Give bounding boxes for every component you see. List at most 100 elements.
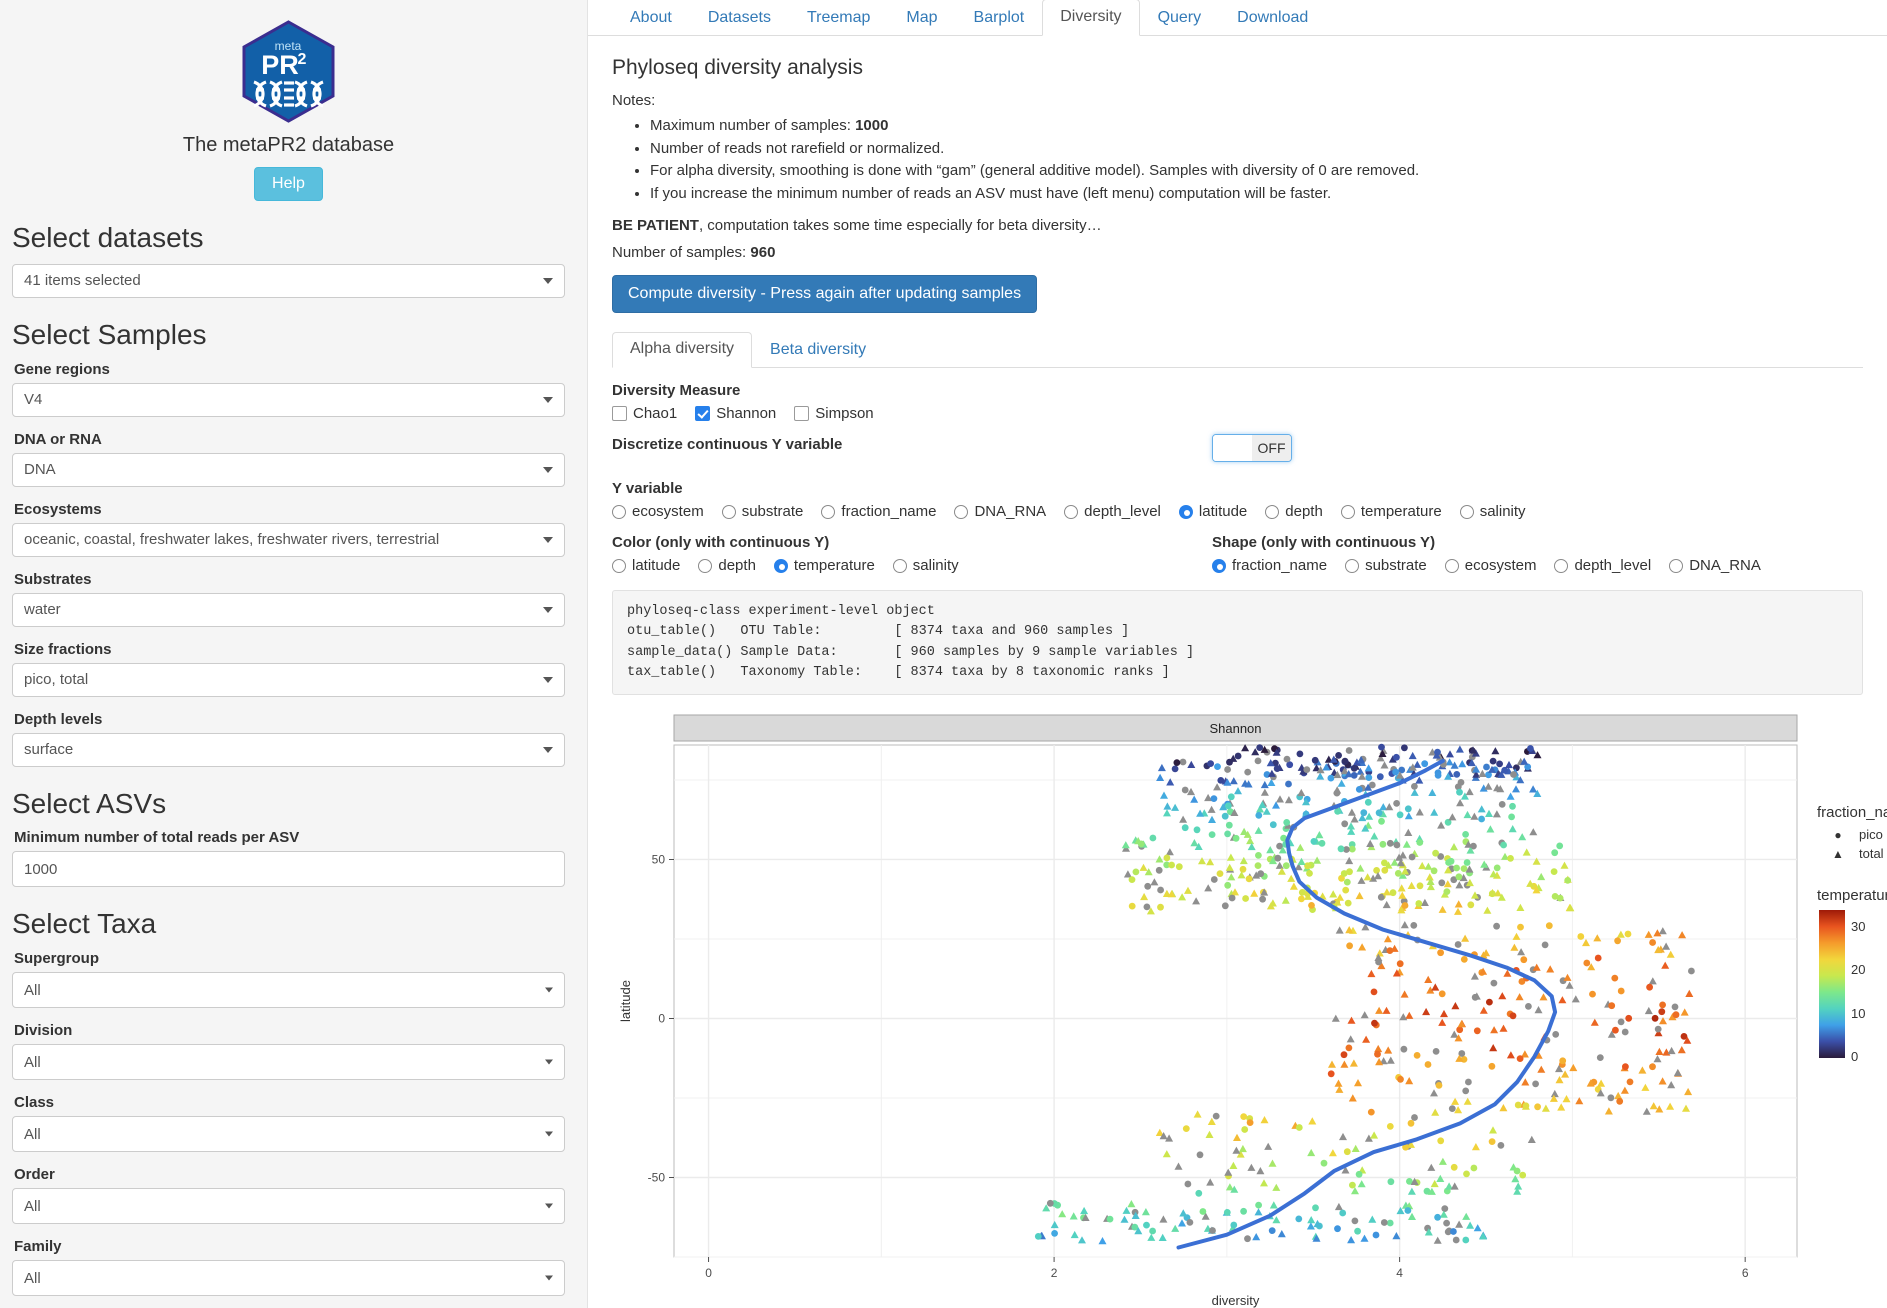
- tab-diversity[interactable]: Diversity: [1042, 0, 1140, 36]
- circle-icon: ●: [1834, 827, 1842, 842]
- svg-text:4: 4: [1396, 1266, 1403, 1280]
- color-shape-row: Color (only with continuous Y) latitude …: [612, 520, 1863, 574]
- radio-y-fraction-name-label: fraction_name: [841, 503, 937, 520]
- checkbox-shannon[interactable]: Shannon: [695, 405, 776, 422]
- chevron-down-icon: [545, 1059, 553, 1065]
- radio-color-salinity[interactable]: salinity: [892, 557, 959, 574]
- family-label: Family: [14, 1238, 62, 1256]
- be-patient-rest: , computation takes some time especially…: [698, 217, 1102, 234]
- depth-levels-value: surface: [24, 741, 74, 759]
- dna-rna-group: DNA or RNA DNA: [12, 431, 565, 487]
- logo-wrap: meta PR 2: [12, 14, 565, 128]
- section-title-datasets: Select datasets: [12, 222, 204, 253]
- radio-icon: [1340, 504, 1355, 519]
- order-select[interactable]: All: [12, 1188, 565, 1225]
- substrates-select[interactable]: water: [12, 592, 565, 627]
- discretize-row: Discretize continuous Y variable OFF: [612, 422, 1863, 466]
- tab-about[interactable]: About: [612, 0, 690, 36]
- plot-legend: fraction_name ● pico ▲ total temperature…: [1817, 804, 1887, 1064]
- section-title-asvs: Select ASVs: [12, 787, 167, 819]
- min-reads-input[interactable]: 1000: [12, 851, 565, 888]
- gene-regions-select[interactable]: V4: [12, 382, 565, 417]
- tab-query[interactable]: Query: [1140, 0, 1220, 36]
- chevron-down-icon: [543, 466, 553, 473]
- page-title: Phyloseq diversity analysis: [612, 56, 863, 79]
- checkbox-simpson-label: Simpson: [815, 405, 874, 422]
- note-item: For alpha diversity, smoothing is done w…: [650, 160, 1863, 183]
- radio-icon: [721, 504, 736, 519]
- tab-barplot[interactable]: Barplot: [956, 0, 1043, 36]
- tab-download[interactable]: Download: [1219, 0, 1326, 36]
- radio-shape-substrate[interactable]: substrate: [1345, 557, 1427, 574]
- datasets-select[interactable]: 41 items selected: [12, 263, 565, 298]
- radio-y-depth[interactable]: depth: [1265, 503, 1323, 520]
- depth-levels-label: Depth levels: [14, 710, 103, 728]
- radio-y-depth-level[interactable]: depth_level: [1064, 503, 1161, 520]
- svg-text:Shannon: Shannon: [1209, 721, 1261, 736]
- subtab-alpha-diversity[interactable]: Alpha diversity: [612, 332, 753, 368]
- discretize-toggle[interactable]: OFF: [1212, 434, 1292, 462]
- color-variable-options: latitude depth temperature salinity: [612, 557, 1212, 574]
- chevron-down-icon: [545, 1203, 553, 1209]
- order-label: Order: [14, 1166, 55, 1184]
- substrates-label: Substrates: [14, 570, 92, 588]
- radio-checked-icon: [773, 558, 788, 573]
- radio-y-depth-label: depth: [1285, 503, 1323, 520]
- radio-color-latitude[interactable]: latitude: [612, 557, 680, 574]
- class-select[interactable]: All: [12, 1116, 565, 1153]
- radio-color-latitude-label: latitude: [632, 557, 681, 574]
- shape-variable-options: fraction_name substrate ecosystem depth_…: [1212, 557, 1775, 574]
- radio-color-temperature[interactable]: temperature: [773, 557, 875, 574]
- supergroup-label: Supergroup: [14, 950, 99, 968]
- radio-y-fraction-name[interactable]: fraction_name: [821, 503, 936, 520]
- be-patient-note: BE PATIENT, computation takes some time …: [612, 217, 1863, 234]
- radio-y-dna-rna[interactable]: DNA_RNA: [954, 503, 1046, 520]
- shape-variable-block: Shape (only with continuous Y) fraction_…: [1212, 520, 1775, 574]
- size-fractions-select[interactable]: pico, total: [12, 662, 565, 697]
- checkbox-simpson[interactable]: Simpson: [794, 405, 874, 422]
- radio-icon: [612, 504, 626, 519]
- radio-y-ecosystem[interactable]: ecosystem: [612, 503, 704, 520]
- dna-rna-select[interactable]: DNA: [12, 452, 565, 487]
- substrates-group: Substrates water: [12, 571, 565, 627]
- help-button[interactable]: Help: [254, 167, 323, 201]
- division-select[interactable]: All: [12, 1044, 565, 1081]
- checkbox-chao1[interactable]: Chao1: [612, 405, 677, 422]
- radio-y-depth-level-label: depth_level: [1084, 503, 1161, 520]
- radio-shape-substrate-label: substrate: [1365, 557, 1427, 574]
- radio-color-temperature-label: temperature: [793, 557, 875, 574]
- supergroup-select[interactable]: All: [12, 972, 565, 1009]
- brand-title: The metaPR2 database: [182, 134, 395, 156]
- family-select[interactable]: All: [12, 1260, 565, 1297]
- diversity-plot: Shannon 0 2 4 6 -50 0 50 diversity latitude fract…: [612, 709, 1887, 1308]
- color-variable-block: Color (only with continuous Y) latitude …: [612, 520, 1212, 574]
- compute-diversity-button[interactable]: Compute diversity - Press again after up…: [612, 275, 1038, 313]
- depth-levels-select[interactable]: surface: [12, 732, 565, 767]
- radio-shape-ecosystem[interactable]: ecosystem: [1444, 557, 1536, 574]
- checkbox-icon: [794, 406, 810, 421]
- diversity-subtabbar: Alpha diversity Beta diversity: [612, 332, 1863, 368]
- tab-datasets[interactable]: Datasets: [690, 0, 789, 36]
- radio-shape-dna-rna[interactable]: DNA_RNA: [1669, 557, 1761, 574]
- radio-icon: [892, 558, 907, 573]
- radio-y-temperature-label: temperature: [1360, 503, 1442, 520]
- radio-y-substrate[interactable]: substrate: [721, 503, 803, 520]
- tab-map[interactable]: Map: [888, 0, 955, 36]
- radio-y-salinity[interactable]: salinity: [1459, 503, 1526, 520]
- radio-shape-fraction-name-label: fraction_name: [1232, 557, 1328, 574]
- depth-levels-group: Depth levels surface: [12, 711, 565, 767]
- ecosystems-select[interactable]: oceanic, coastal, freshwater lakes, fres…: [12, 522, 565, 557]
- radio-icon: [1265, 504, 1280, 519]
- radio-shape-depth-level[interactable]: depth_level: [1554, 557, 1651, 574]
- tab-treemap[interactable]: Treemap: [789, 0, 888, 36]
- ecosystems-label: Ecosystems: [14, 500, 102, 518]
- radio-color-depth[interactable]: depth: [698, 557, 756, 574]
- radio-y-temperature[interactable]: temperature: [1340, 503, 1442, 520]
- radio-y-latitude[interactable]: latitude: [1178, 503, 1247, 520]
- supergroup-value: All: [24, 981, 41, 999]
- subtab-beta-diversity[interactable]: Beta diversity: [752, 333, 884, 368]
- legend-spacer: [1817, 865, 1887, 887]
- radio-y-dna-rna-label: DNA_RNA: [974, 503, 1047, 520]
- svg-text:0: 0: [705, 1266, 712, 1280]
- radio-shape-fraction-name[interactable]: fraction_name: [1212, 557, 1327, 574]
